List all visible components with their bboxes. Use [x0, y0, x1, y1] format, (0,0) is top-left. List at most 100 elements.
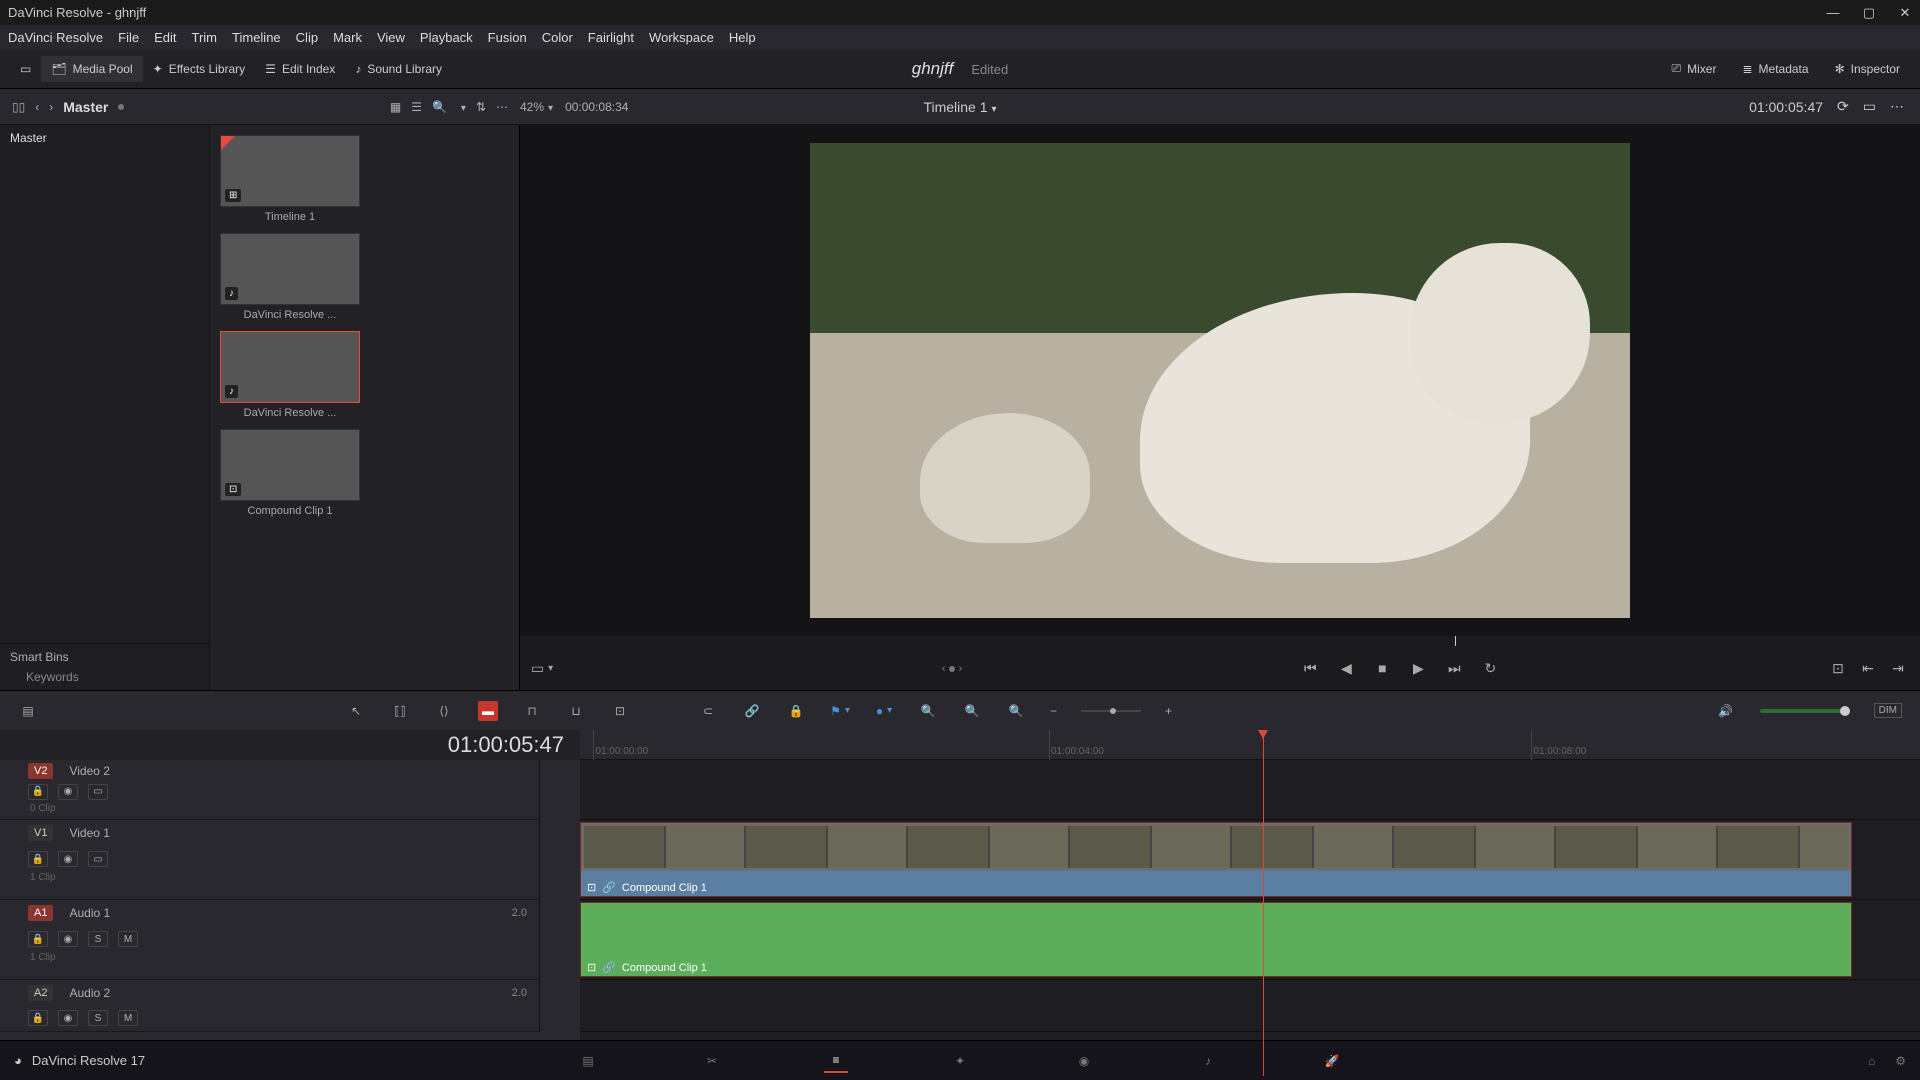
menu-timeline[interactable]: Timeline [232, 30, 281, 45]
insert-tool[interactable]: ⊓ [522, 701, 542, 721]
timeline-view-options[interactable]: ▤ [18, 701, 38, 721]
link-button[interactable]: 🔗 [742, 701, 762, 721]
mute-button[interactable]: 🔊 [1716, 701, 1736, 721]
zoom-level[interactable]: 42% [520, 100, 553, 114]
playhead[interactable] [1263, 730, 1264, 1076]
zoom-out-button[interactable]: − [1050, 704, 1057, 718]
effects-library-button[interactable]: ✦Effects Library [143, 56, 256, 82]
clip-dr2[interactable]: ♪ DaVinci Resolve ... [220, 331, 360, 419]
flag-dropdown[interactable]: ⚑ [830, 701, 850, 721]
media-pool-button[interactable]: 🗂Media Pool [41, 56, 142, 82]
auto-select-icon[interactable]: ◉ [58, 851, 78, 867]
track-v2[interactable] [580, 760, 1920, 820]
cut-page-button[interactable]: ✂ [700, 1049, 724, 1073]
thumb-view-icon[interactable]: ▦ [390, 100, 401, 114]
video-clip[interactable]: ⊡🔗Compound Clip 1 [580, 822, 1852, 897]
stop-button[interactable]: ■ [1374, 660, 1390, 676]
toggle-icon[interactable]: ▭ [88, 851, 108, 867]
menu-help[interactable]: Help [729, 30, 756, 45]
lock-icon[interactable]: 🔒 [28, 1010, 48, 1026]
play-button[interactable]: ▶ [1410, 660, 1426, 676]
menu-davinci[interactable]: DaVinci Resolve [8, 30, 103, 45]
solo-button[interactable]: S [88, 931, 108, 947]
zoom-slider[interactable] [1081, 710, 1141, 712]
fairlight-page-button[interactable]: ♪ [1196, 1049, 1220, 1073]
nav-back-icon[interactable]: ‹ [35, 100, 39, 114]
auto-select-icon[interactable]: ◉ [58, 931, 78, 947]
track-a2[interactable] [580, 980, 1920, 1032]
auto-select-icon[interactable]: ◉ [58, 784, 78, 800]
toggle-icon[interactable]: ▭ [88, 784, 108, 800]
zoom-custom-button[interactable]: 🔍 [1006, 701, 1026, 721]
marker-dropdown[interactable]: ● [874, 701, 894, 721]
menu-edit[interactable]: Edit [154, 30, 176, 45]
menu-file[interactable]: File [118, 30, 139, 45]
window-close-button[interactable]: ✕ [1898, 5, 1912, 21]
track-v1[interactable]: ⊡🔗Compound Clip 1 [580, 820, 1920, 900]
menu-fusion[interactable]: Fusion [488, 30, 527, 45]
window-maximize-button[interactable]: ▢ [1862, 5, 1876, 21]
trim-tool[interactable]: ⟦⟧ [390, 701, 410, 721]
track-tag[interactable]: A1 [28, 905, 53, 921]
more-icon[interactable]: ⋯ [496, 100, 508, 114]
zoom-search-button[interactable]: 🔍 [918, 701, 938, 721]
mixer-button[interactable]: ⎚Mixer [1662, 55, 1727, 82]
fusion-page-button[interactable]: ✦ [948, 1049, 972, 1073]
settings-button[interactable]: ⚙ [1895, 1054, 1906, 1068]
match-frame-button[interactable]: ⊡ [1830, 660, 1846, 676]
track-tag[interactable]: V1 [28, 825, 53, 841]
fullscreen-button[interactable]: ▭ [10, 56, 41, 82]
edit-page-button[interactable]: ≡ [824, 1049, 848, 1073]
lock-icon[interactable]: 🔒 [28, 784, 48, 800]
track-tag[interactable]: V2 [28, 763, 53, 779]
bin-path[interactable]: Master [63, 99, 108, 115]
menu-workspace[interactable]: Workspace [649, 30, 714, 45]
timeline-name-dropdown[interactable]: Timeline 1 [923, 99, 996, 115]
lock-icon[interactable]: 🔒 [28, 851, 48, 867]
viewer-canvas[interactable] [520, 125, 1920, 636]
solo-button[interactable]: S [88, 1010, 108, 1026]
overwrite-tool[interactable]: ⊔ [566, 701, 586, 721]
first-frame-button[interactable]: ⏮ [1302, 660, 1318, 676]
prev-frame-button[interactable]: ◀ [1338, 660, 1354, 676]
replace-tool[interactable]: ⊡ [610, 701, 630, 721]
next-frame-button[interactable]: ⏭ [1446, 660, 1462, 676]
smart-bins-header[interactable]: Smart Bins [10, 650, 199, 664]
mute-button[interactable]: M [118, 1010, 138, 1026]
menu-clip[interactable]: Clip [296, 30, 318, 45]
dynamic-trim-tool[interactable]: ⟨⟩ [434, 701, 454, 721]
clip-compound[interactable]: ⊡ Compound Clip 1 [220, 429, 360, 517]
mark-out-button[interactable]: ⇥ [1890, 660, 1906, 676]
mark-prev[interactable]: ‹ › [942, 661, 963, 675]
jog-bar[interactable] [528, 636, 1912, 646]
lock-icon[interactable]: 🔒 [28, 931, 48, 947]
zoom-detail-button[interactable]: 🔍 [962, 701, 982, 721]
edit-index-button[interactable]: ☰Edit Index [255, 56, 345, 82]
smart-bin-keywords[interactable]: Keywords [10, 664, 199, 684]
track-header-v2[interactable]: V2Video 2 🔒◉▭ 0 Clip [0, 760, 539, 820]
window-minimize-button[interactable]: — [1826, 5, 1840, 21]
inspector-button[interactable]: ✻Inspector [1825, 55, 1910, 82]
loop-button[interactable]: ↻ [1482, 660, 1498, 676]
nav-fwd-icon[interactable]: › [49, 100, 53, 114]
dim-button[interactable]: DIM [1874, 703, 1902, 718]
filter-icon[interactable]: ⇅ [476, 100, 486, 114]
sound-library-button[interactable]: ♪Sound Library [345, 56, 452, 82]
mark-in-button[interactable]: ⇤ [1860, 660, 1876, 676]
volume-slider[interactable] [1760, 709, 1850, 713]
viewer-mode-dropdown[interactable]: ▭ [534, 660, 550, 676]
menu-mark[interactable]: Mark [333, 30, 362, 45]
track-a1[interactable]: ⊡🔗Compound Clip 1 [580, 900, 1920, 980]
color-page-button[interactable]: ◉ [1072, 1049, 1096, 1073]
bypass-icon[interactable]: ⟳ [1837, 98, 1849, 115]
snap-button[interactable]: ⊂ [698, 701, 718, 721]
metadata-button[interactable]: ≣Metadata [1732, 55, 1818, 82]
menu-trim[interactable]: Trim [192, 30, 218, 45]
track-header-v1[interactable]: V1Video 1 🔒◉▭ 1 Clip [0, 820, 539, 900]
track-tag[interactable]: A2 [28, 985, 53, 1001]
selection-tool[interactable]: ↖ [346, 701, 366, 721]
menu-view[interactable]: View [377, 30, 405, 45]
blade-tool[interactable]: ▬ [478, 701, 498, 721]
clip-timeline1[interactable]: ⊞ Timeline 1 [220, 135, 360, 223]
viewer-more-icon[interactable]: ⋯ [1890, 98, 1904, 115]
